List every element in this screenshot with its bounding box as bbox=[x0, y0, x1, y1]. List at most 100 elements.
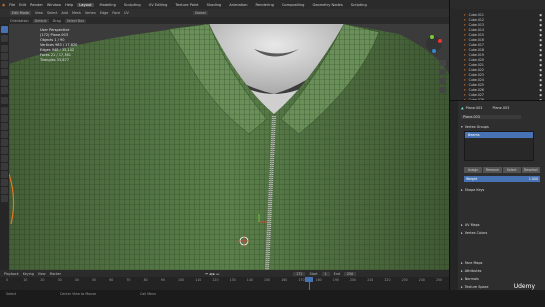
shape-keys-header[interactable]: ▸ Shape Keys bbox=[461, 186, 543, 193]
menu-view[interactable]: View bbox=[35, 11, 43, 15]
move-tool-icon[interactable] bbox=[1, 45, 8, 52]
menu-render[interactable]: Render bbox=[30, 3, 43, 7]
spin-tool-icon[interactable] bbox=[1, 155, 8, 162]
remove-button[interactable]: Remove bbox=[483, 167, 502, 173]
blender-logo-icon[interactable]: ◉ bbox=[2, 3, 5, 7]
rotate-tool-icon[interactable] bbox=[1, 53, 8, 60]
extrude-tool-icon[interactable] bbox=[1, 107, 8, 114]
timeline-marker-menu[interactable]: Marker bbox=[50, 272, 61, 276]
visibility-eye-icon[interactable]: ◉ bbox=[539, 58, 542, 62]
menu-edge[interactable]: Edge bbox=[100, 11, 109, 15]
cursor-tool-icon[interactable] bbox=[1, 35, 8, 42]
visibility-eye-icon[interactable]: ◉ bbox=[539, 28, 542, 32]
ortho-toggle-icon[interactable] bbox=[440, 87, 446, 93]
menu-mesh[interactable]: Mesh bbox=[72, 11, 81, 15]
loop-cut-tool-icon[interactable] bbox=[1, 131, 8, 138]
menu-help[interactable]: Help bbox=[65, 3, 73, 7]
add-cube-tool-icon[interactable] bbox=[1, 97, 8, 104]
inset-tool-icon[interactable] bbox=[1, 115, 8, 122]
workspace-tab-geometry-nodes[interactable]: Geometry Nodes bbox=[310, 3, 344, 7]
face-maps-header[interactable]: ▸ Face Maps bbox=[461, 259, 543, 266]
menu-select[interactable]: Select bbox=[47, 11, 57, 15]
zoom-icon[interactable] bbox=[440, 60, 446, 66]
timeline-view-menu[interactable]: View bbox=[38, 272, 46, 276]
transform-orientation[interactable]: Global bbox=[192, 11, 208, 15]
bevel-tool-icon[interactable] bbox=[1, 123, 8, 130]
deselect-button[interactable]: Deselect bbox=[521, 167, 540, 173]
workspace-tab-uv-editing[interactable]: UV Editing bbox=[147, 3, 170, 7]
vertex-colors-header[interactable]: ▸ Vertex Colors bbox=[461, 229, 543, 236]
menu-vertex[interactable]: Vertex bbox=[85, 11, 96, 15]
object-name[interactable]: Plane.003 bbox=[466, 106, 483, 110]
mesh-selector[interactable]: Plane.003 bbox=[461, 114, 521, 119]
visibility-eye-icon[interactable]: ◉ bbox=[539, 13, 542, 17]
visibility-eye-icon[interactable]: ◉ bbox=[539, 53, 542, 57]
visibility-eye-icon[interactable]: ◉ bbox=[539, 43, 542, 47]
assign-button[interactable]: Assign bbox=[464, 167, 483, 173]
visibility-eye-icon[interactable]: ◉ bbox=[539, 88, 542, 92]
menu-window[interactable]: Window bbox=[47, 3, 61, 7]
measure-tool-icon[interactable] bbox=[1, 87, 8, 94]
edge-slide-tool-icon[interactable] bbox=[1, 171, 8, 178]
workspace-tab-layout[interactable]: Layout bbox=[77, 2, 94, 7]
workspace-tab-scripting[interactable]: Scripting bbox=[349, 3, 369, 7]
workspace-tab-rendering[interactable]: Rendering bbox=[254, 3, 276, 7]
workspace-tab-shading[interactable]: Shading bbox=[205, 3, 224, 7]
workspace-tab-texture-paint[interactable]: Texture Paint bbox=[173, 3, 200, 7]
vertex-group-name: Beams bbox=[468, 133, 480, 137]
3d-viewport[interactable]: User Perspective (172) Plane.003 Objects… bbox=[9, 24, 449, 270]
rip-region-tool-icon[interactable] bbox=[1, 195, 8, 202]
menu-file[interactable]: File bbox=[9, 3, 15, 7]
visibility-eye-icon[interactable]: ◉ bbox=[539, 23, 542, 27]
visibility-eye-icon[interactable]: ◉ bbox=[539, 48, 542, 52]
workspace-tab-compositing[interactable]: Compositing bbox=[280, 3, 307, 7]
visibility-eye-icon[interactable]: ◉ bbox=[539, 63, 542, 67]
select-button[interactable]: Select bbox=[502, 167, 521, 173]
vertex-groups-header[interactable]: ▾ Vertex Groups bbox=[461, 123, 543, 130]
annotate-tool-icon[interactable] bbox=[1, 79, 8, 86]
menu-face[interactable]: Face bbox=[112, 11, 120, 15]
orientation-dropdown[interactable]: Default bbox=[32, 18, 49, 23]
select-box-tool-icon[interactable] bbox=[1, 26, 8, 33]
weight-slider[interactable]: Weight 1.000 bbox=[464, 176, 540, 182]
transform-tool-icon[interactable] bbox=[1, 69, 8, 76]
end-frame-field[interactable]: 250 bbox=[343, 271, 357, 276]
visibility-eye-icon[interactable]: ◉ bbox=[539, 33, 542, 37]
menu-add[interactable]: Add bbox=[61, 11, 68, 15]
mesh-name[interactable]: Plane.003 bbox=[492, 106, 509, 110]
attributes-header[interactable]: ▸ Attributes bbox=[461, 267, 543, 274]
start-frame-field[interactable]: 1 bbox=[321, 271, 330, 276]
outliner-item-label: Cube.013 bbox=[468, 22, 484, 27]
poly-build-tool-icon[interactable] bbox=[1, 147, 8, 154]
timeline-playback-menu[interactable]: Playback bbox=[4, 272, 19, 276]
visibility-eye-icon[interactable]: ◉ bbox=[539, 83, 542, 87]
timeline-keying-menu[interactable]: Keying bbox=[23, 272, 34, 276]
uv-maps-header[interactable]: ▸ UV Maps bbox=[461, 221, 543, 228]
camera-view-icon[interactable] bbox=[440, 78, 446, 84]
visibility-eye-icon[interactable]: ◉ bbox=[539, 93, 542, 97]
menu-uv[interactable]: UV bbox=[124, 11, 129, 15]
visibility-eye-icon[interactable]: ◉ bbox=[539, 78, 542, 82]
visibility-eye-icon[interactable]: ◉ bbox=[539, 68, 542, 72]
workspace-tab-modeling[interactable]: Modeling bbox=[98, 3, 118, 7]
visibility-eye-icon[interactable]: ◉ bbox=[539, 38, 542, 42]
workspace-tab-sculpting[interactable]: Sculpting bbox=[122, 3, 143, 7]
shear-tool-icon[interactable] bbox=[1, 187, 8, 194]
current-frame-field[interactable]: 172 bbox=[293, 271, 306, 276]
mode-selector[interactable]: Edit Mode bbox=[10, 11, 31, 15]
pan-icon[interactable] bbox=[440, 69, 446, 75]
workspace-tab-animation[interactable]: Animation bbox=[227, 3, 249, 7]
knife-tool-icon[interactable] bbox=[1, 139, 8, 146]
smooth-tool-icon[interactable] bbox=[1, 163, 8, 170]
normals-header[interactable]: ▸ Normals bbox=[461, 275, 543, 282]
visibility-eye-icon[interactable]: ◉ bbox=[539, 18, 542, 22]
shrink-fatten-tool-icon[interactable] bbox=[1, 179, 8, 186]
scale-tool-icon[interactable] bbox=[1, 61, 8, 68]
drag-dropdown[interactable]: Select Box bbox=[64, 18, 87, 23]
mesh-object-icon: ▾ bbox=[464, 47, 466, 52]
vertex-group-item[interactable]: Beams bbox=[465, 132, 533, 138]
play-controls-icon[interactable]: ⏮ ◀ ▶ ⏭ bbox=[205, 272, 219, 276]
menu-edit[interactable]: Edit bbox=[19, 3, 26, 7]
visibility-eye-icon[interactable]: ◉ bbox=[539, 73, 542, 77]
timeline-track[interactable]: 0 10 20 30 40 50 60 70 80 90 100 110 120 130 140 150 160… bbox=[0, 277, 449, 290]
